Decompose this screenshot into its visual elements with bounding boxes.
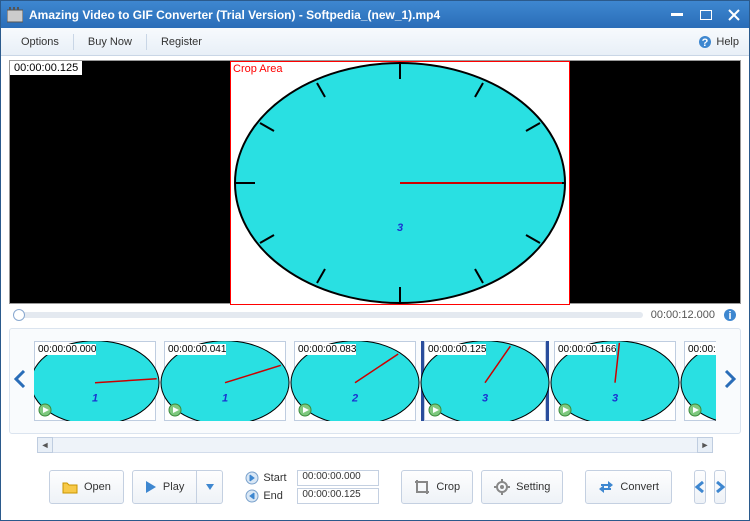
close-button[interactable] [725,8,743,22]
thumbnail-timestamp: 00:00:00.000 [38,344,96,355]
thumbs-next-button[interactable] [722,370,738,393]
chevron-right-icon [715,481,725,493]
menu-separator [146,34,147,50]
svg-text:3: 3 [612,393,618,405]
titlebar: Amazing Video to GIF Converter (Trial Ve… [1,1,749,28]
thumbnail-play-icon[interactable] [688,403,702,417]
thumbs-prev-button[interactable] [12,370,28,393]
play-splitbutton: Play [132,470,223,504]
nav-next-button[interactable] [714,470,726,504]
thumbnail-frame[interactable]: 00:00:00 [684,341,716,421]
play-button[interactable]: Play [132,470,197,504]
svg-text:?: ? [702,37,709,49]
end-marker-icon[interactable] [245,489,259,503]
svg-text:i: i [728,310,731,322]
thumbnail-frame[interactable]: 00:00:00.000 1 [34,341,156,421]
thumbs-scrollbar: ◄ ► [9,436,741,454]
thumbnail-frame[interactable]: 00:00:00.083 2 [294,341,416,421]
info-icon[interactable]: i [723,308,737,322]
thumbnail-play-icon[interactable] [298,403,312,417]
thumbnail-timestamp: 00:00:00.041 [168,344,226,355]
menu-options[interactable]: Options [11,32,69,52]
start-time-field[interactable]: 00:00:00.000 [297,470,379,486]
range-group: Start 00:00:00.000 End 00:00:00.125 [245,470,379,504]
end-time-field[interactable]: 00:00:00.125 [297,488,379,504]
video-preview[interactable]: 00:00:00.125 Crop Area 3 [9,60,741,304]
bottom-toolbar: Open Play Start 00:00:00.000 [9,462,741,512]
play-icon [145,480,157,494]
app-icon [7,7,23,23]
start-label: Start [263,472,293,484]
play-label: Play [163,481,184,493]
open-button[interactable]: Open [49,470,124,504]
seek-track[interactable] [13,312,643,318]
start-marker-icon[interactable] [245,471,259,485]
chevron-left-icon [695,481,705,493]
convert-button[interactable]: Convert [585,470,672,504]
nav-prev-button[interactable] [694,470,706,504]
scrollbar-left-button[interactable]: ◄ [37,437,53,453]
minimize-button[interactable] [669,8,687,22]
thumbnail-frame[interactable]: 00:00:00.166 3 [554,341,676,421]
svg-text:1: 1 [222,393,228,405]
svg-text:3: 3 [482,393,488,405]
maximize-button[interactable] [697,8,715,22]
scrollbar-right-button[interactable]: ► [697,437,713,453]
thumbnail-play-icon[interactable] [168,403,182,417]
svg-text:2: 2 [351,393,358,405]
chevron-down-icon [206,484,214,490]
thumbnail-timestamp: 00:00:00.125 [428,344,486,355]
preview-frame-image: 3 [230,61,570,305]
thumbnail-play-icon[interactable] [428,403,442,417]
thumbnail-strip: 00:00:00.000100:00:00.041100:00:00.08320… [9,328,741,434]
help-icon: ? [698,35,712,49]
menu-help[interactable]: ? Help [698,35,739,49]
menu-register[interactable]: Register [151,32,212,52]
setting-label: Setting [516,481,550,493]
help-label: Help [716,36,739,48]
thumbnail-frame[interactable]: 00:00:00.125 3 [424,341,546,421]
thumbnail-timestamp: 00:00:00.083 [298,344,356,355]
crop-icon [414,479,430,495]
folder-icon [62,480,78,494]
menu-buynow[interactable]: Buy Now [78,32,142,52]
convert-icon [598,479,614,495]
open-label: Open [84,481,111,493]
preview-timestamp: 00:00:00.125 [10,61,82,75]
crop-label: Crop [436,481,460,493]
thumbnail-play-icon[interactable] [558,403,572,417]
seek-thumb[interactable] [13,309,25,321]
svg-text:3: 3 [397,222,403,234]
duration-label: 00:00:12.000 [649,309,717,321]
thumbnail-play-icon[interactable] [38,403,52,417]
convert-label: Convert [620,481,659,493]
crop-area[interactable]: Crop Area 3 [230,61,570,305]
setting-button[interactable]: Setting [481,470,563,504]
thumbnail-timestamp: 00:00:00 [688,344,716,355]
play-dropdown-button[interactable] [197,470,223,504]
menubar: Options Buy Now Register ? Help [1,28,749,56]
thumbnail-timestamp: 00:00:00.166 [558,344,616,355]
menu-separator [73,34,74,50]
crop-button[interactable]: Crop [401,470,473,504]
end-label: End [263,490,293,502]
thumbnail-frame[interactable]: 00:00:00.041 1 [164,341,286,421]
gear-icon [494,479,510,495]
svg-text:1: 1 [92,393,98,405]
window-title: Amazing Video to GIF Converter (Trial Ve… [29,8,669,22]
scrollbar-track[interactable] [53,437,697,453]
seek-bar-row: 00:00:12.000 i [9,304,741,326]
